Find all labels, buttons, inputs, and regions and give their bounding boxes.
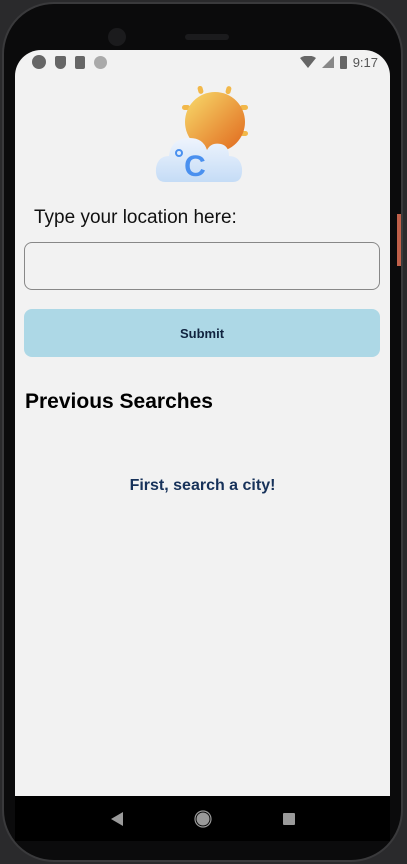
- home-icon[interactable]: [193, 809, 212, 828]
- empty-state-message: First, search a city!: [129, 477, 276, 494]
- status-bar: 9:17: [15, 50, 390, 74]
- back-icon[interactable]: [110, 811, 123, 826]
- dot-icon: [94, 55, 107, 69]
- recents-icon[interactable]: [282, 812, 295, 825]
- location-input[interactable]: [24, 242, 380, 290]
- location-label: Type your location here:: [34, 207, 237, 228]
- screen: 9:17 C Type your location here: Submit P…: [15, 50, 390, 796]
- side-button[interactable]: [397, 214, 401, 266]
- expo-icon: [32, 55, 46, 69]
- navigation-bar: [15, 796, 390, 841]
- camera: [108, 28, 126, 46]
- logo-text: C: [184, 150, 206, 183]
- previous-searches-title: Previous Searches: [25, 390, 213, 413]
- signal-icon: [321, 56, 334, 68]
- submit-button[interactable]: Submit: [24, 309, 380, 357]
- battery-icon: [339, 55, 347, 69]
- wifi-icon: [299, 56, 316, 68]
- sd-card-icon: [75, 55, 85, 69]
- play-protect-icon: [55, 55, 66, 69]
- speaker: [185, 34, 229, 40]
- clock: 9:17: [352, 54, 378, 70]
- weather-logo-icon: C: [155, 86, 248, 183]
